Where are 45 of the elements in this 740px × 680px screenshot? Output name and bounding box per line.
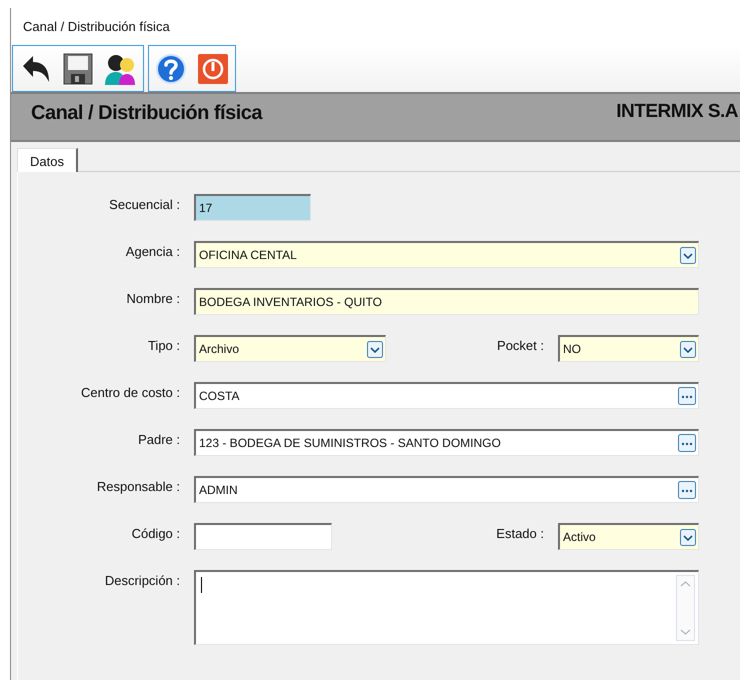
description-field[interactable] — [194, 570, 699, 645]
lookup-button[interactable] — [678, 387, 696, 405]
field-value: Activo — [563, 529, 596, 546]
lookup-button[interactable] — [678, 481, 696, 499]
lookup-field[interactable]: 123 - BODEGA DE SUMINISTROS - SANTO DOMINGO — [194, 429, 699, 456]
field-label: Agencia : — [124, 243, 180, 261]
dropdown-field[interactable]: Activo — [558, 523, 699, 550]
text-field[interactable] — [194, 523, 332, 550]
field-value: BODEGA INVENTARIOS - QUITO — [199, 294, 382, 311]
lookup-field[interactable]: COSTA — [194, 382, 699, 409]
text-cursor — [201, 577, 202, 593]
field-label: Código : — [130, 525, 180, 543]
help-icon[interactable] — [155, 52, 187, 84]
field-label: Responsable : — [96, 478, 180, 496]
text-field[interactable]: BODEGA INVENTARIOS - QUITO — [194, 288, 699, 315]
field-label: Nombre : — [126, 290, 180, 308]
field-value: 17 — [199, 200, 212, 217]
dropdown-button[interactable] — [680, 528, 696, 546]
dropdown-field[interactable]: Archivo — [194, 335, 386, 362]
dropdown-button[interactable] — [367, 340, 383, 358]
tab[interactable]: Datos — [17, 148, 78, 174]
field-value: 123 - BODEGA DE SUMINISTROS - SANTO DOMINGO — [199, 435, 501, 452]
field-label: Estado : — [495, 525, 544, 543]
text-field[interactable]: 17 — [194, 194, 311, 221]
window-title: Canal / Distribución física — [22, 18, 171, 36]
field-value: NO — [563, 341, 581, 358]
dropdown-button[interactable] — [680, 340, 696, 358]
field-label: Tipo : — [146, 337, 180, 355]
field-label: Secuencial : — [108, 196, 180, 214]
dropdown-field[interactable]: NO — [558, 335, 699, 362]
field-value: COSTA — [199, 388, 240, 405]
header-title: Canal / Distribución física — [31, 101, 262, 126]
dropdown-field[interactable]: OFICINA CENTAL — [194, 241, 699, 268]
field-label: Pocket : — [496, 337, 544, 355]
lookup-button[interactable] — [678, 434, 696, 452]
power-icon[interactable] — [197, 52, 229, 84]
lookup-field[interactable]: ADMIN — [194, 476, 699, 503]
field-label: Centro de costo : — [80, 384, 180, 402]
field-value: Archivo — [199, 341, 240, 358]
field-value: ADMIN — [199, 482, 238, 499]
field-label: Padre : — [137, 431, 180, 449]
dropdown-button[interactable] — [680, 246, 696, 264]
field-value: OFICINA CENTAL — [199, 247, 297, 264]
field-label: Descripción : — [104, 572, 180, 590]
company-name: INTERMIX S.A — [616, 100, 739, 124]
